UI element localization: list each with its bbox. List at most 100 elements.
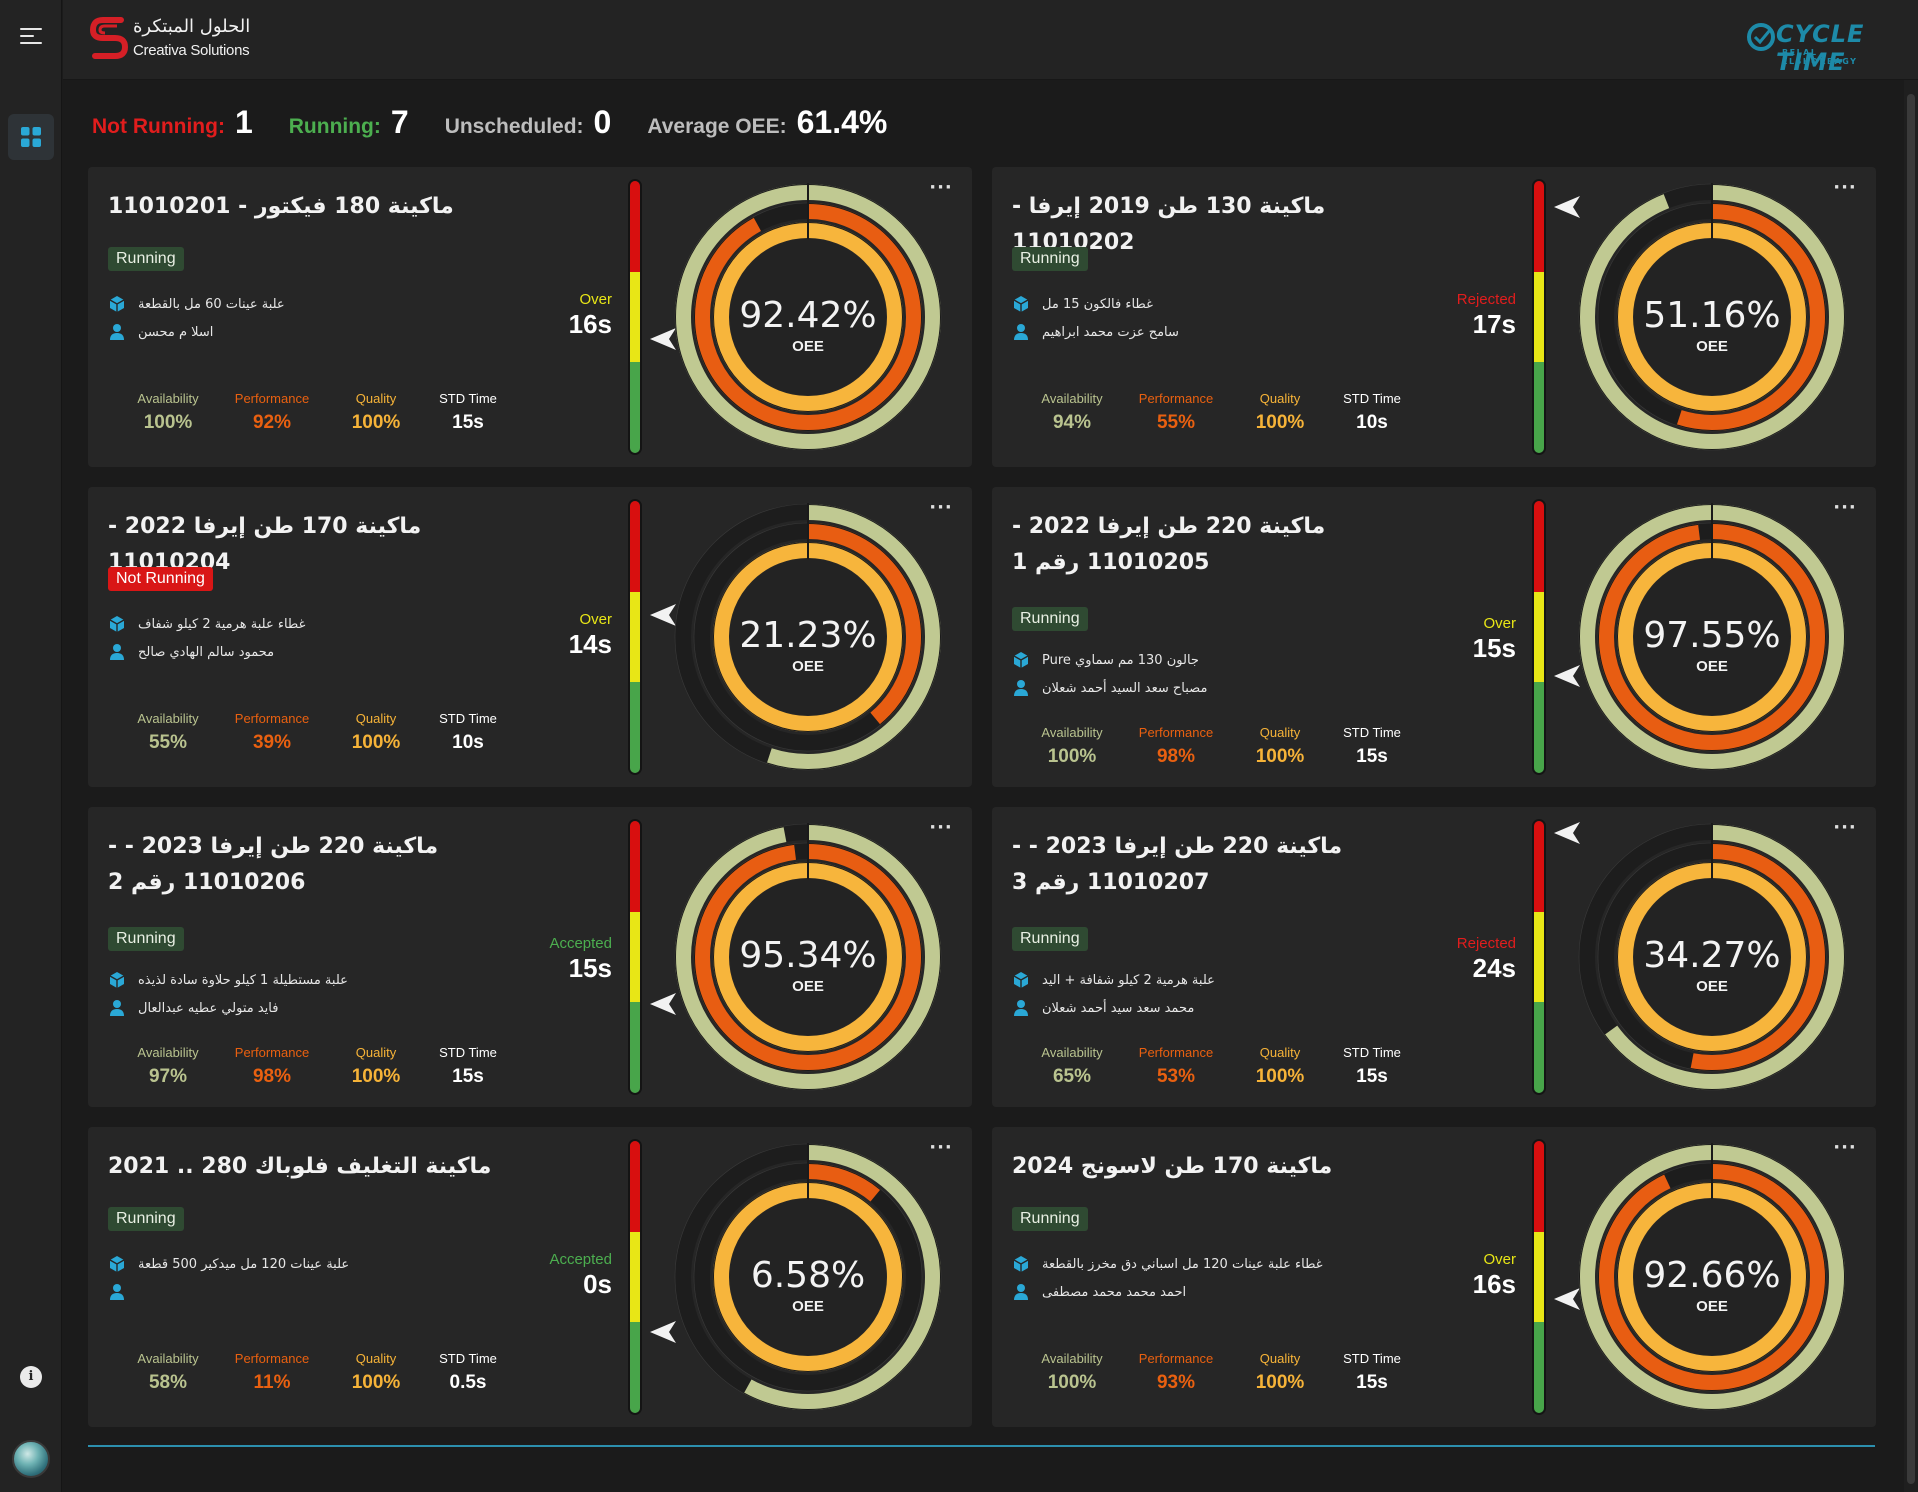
gauge-red-zone xyxy=(630,181,640,272)
std-time-value: 15s xyxy=(1356,1066,1388,1087)
performance-value: 39% xyxy=(252,732,292,753)
unscheduled-label: Unscheduled: xyxy=(444,115,584,138)
availability-value: 55% xyxy=(148,732,188,753)
user-avatar[interactable] xyxy=(12,1440,50,1478)
std-time-label: STD Time xyxy=(1343,1045,1401,1060)
operator-name: مصباح سعد السيد أحمد شعلان xyxy=(1042,680,1208,696)
menu-icon[interactable] xyxy=(16,24,46,48)
cycle-status-label: Accepted xyxy=(549,935,612,952)
quality-label: Quality xyxy=(1259,725,1301,740)
machine-card[interactable]: ماكينة 170 طن إيرفا 2022 - 11010204 Not … xyxy=(88,487,972,787)
product-name: علبة عينات 120 مل ميدكير 500 قطعة xyxy=(138,1256,350,1272)
std-time-metric: STD Time 10s xyxy=(1332,391,1412,434)
cube-icon xyxy=(1013,652,1029,668)
product-name: جالون 130 مم سماوي Pure xyxy=(1042,652,1199,668)
machine-title: ماكينة 220 طن إيرفا 2023 - - 11010206 رق… xyxy=(108,834,439,895)
metrics-row: Availability 100% Performance 92% Qualit… xyxy=(116,391,508,434)
gauge-yellow-zone xyxy=(1534,1231,1544,1323)
cycle-time-value: 16s xyxy=(568,309,612,339)
user-icon xyxy=(110,324,124,340)
availability-metric: Availability 97% xyxy=(116,1045,220,1088)
oee-donut-chart: 21.23% OEE xyxy=(674,503,942,771)
cube-icon xyxy=(1013,1256,1029,1272)
availability-label: Availability xyxy=(1041,1351,1103,1366)
dashboard-nav-button[interactable] xyxy=(8,114,54,160)
performance-metric: Performance 98% xyxy=(1124,725,1228,768)
gauge-yellow-zone xyxy=(630,271,640,363)
oee-donut-chart: 34.27% OEE xyxy=(1578,823,1846,1091)
status-badge: Running xyxy=(1012,607,1088,631)
cycle-status-label: Rejected xyxy=(1456,291,1516,308)
user-icon xyxy=(110,1284,124,1300)
operator-row: محمود سالم الهادي صالح xyxy=(108,641,274,663)
std-time-label: STD Time xyxy=(1343,725,1401,740)
quality-label: Quality xyxy=(355,711,397,726)
product-row: غطاء فالكون 15 مل xyxy=(1012,293,1153,315)
info-icon[interactable]: i xyxy=(20,1366,42,1388)
gauge-red-zone xyxy=(1534,821,1544,912)
performance-label: Performance xyxy=(234,1351,310,1366)
machine-card[interactable]: ماكينة 180 فيكتور - 11010201 Running علب… xyxy=(88,167,972,467)
status-badge: Running xyxy=(108,927,184,951)
oee-donut-chart: 92.42% OEE xyxy=(674,183,942,451)
std-time-value: 15s xyxy=(1356,746,1388,767)
std-time-label: STD Time xyxy=(439,1351,497,1366)
performance-value: 93% xyxy=(1156,1372,1196,1393)
std-time-value: 10s xyxy=(1356,412,1388,433)
operator-row: اسلا م محسن xyxy=(108,321,213,343)
std-time-label: STD Time xyxy=(439,711,497,726)
machine-card[interactable]: ماكينة 220 طن إيرفا 2023 - - 11010206 رق… xyxy=(88,807,972,1107)
quality-value: 100% xyxy=(1255,746,1305,767)
cycle-gauge xyxy=(628,1139,642,1415)
machine-card[interactable]: ماكينة 170 طن لاسونج 2024 Running غطاء ع… xyxy=(992,1127,1876,1427)
quality-metric: Quality 100% xyxy=(324,391,428,434)
machine-card[interactable]: ماكينة 130 طن 2019 إيرفا - 11010202 Runn… xyxy=(992,167,1876,467)
product-name: غطاء علبة هرمية 2 كيلو شفاف xyxy=(138,616,306,632)
quality-value: 100% xyxy=(351,1372,401,1393)
operator-row: احمد محمد محمد مصطفى xyxy=(1012,1281,1186,1303)
quality-value: 100% xyxy=(1255,1372,1305,1393)
status-badge: Running xyxy=(1012,1207,1088,1231)
gauge-red-zone xyxy=(630,1141,640,1232)
availability-metric: Availability 65% xyxy=(1020,1045,1124,1088)
operator-name: فايد متولي عطيه عبدالعال xyxy=(138,1000,279,1016)
std-time-value: 15s xyxy=(452,1066,484,1087)
product-row: غطاء علبة هرمية 2 كيلو شفاف xyxy=(108,613,305,635)
scrollbar-thumb[interactable] xyxy=(1907,94,1915,1484)
quality-label: Quality xyxy=(1259,391,1301,406)
quality-label: Quality xyxy=(355,1045,397,1060)
status-badge: Running xyxy=(1012,247,1088,271)
cycle-gauge xyxy=(628,819,642,1095)
machine-card[interactable]: ماكينة 220 طن إيرفا 2023 - - 11010207 رق… xyxy=(992,807,1876,1107)
gauge-green-zone xyxy=(630,682,640,773)
running-value: 7 xyxy=(390,104,409,140)
quality-label: Quality xyxy=(1259,1045,1301,1060)
machine-card[interactable]: ماكينة 220 طن إيرفا 2022 - 11010205 رقم … xyxy=(992,487,1876,787)
oee-label: OEE xyxy=(792,338,824,355)
page-scrollbar[interactable] xyxy=(1904,80,1918,1492)
product-name: علبة هرمية 2 كيلو شفافة + اليد xyxy=(1042,972,1215,988)
average-oee-value: 61.4% xyxy=(796,104,888,140)
bottom-divider xyxy=(88,1445,1875,1447)
performance-value: 55% xyxy=(1156,412,1196,433)
cycle-status-label: Accepted xyxy=(549,1251,612,1268)
machine-title: ماكينة 180 فيكتور - 11010201 xyxy=(108,194,454,219)
oee-label: OEE xyxy=(1696,338,1728,355)
dashboard-grid-icon xyxy=(21,127,41,147)
user-icon xyxy=(110,644,124,660)
performance-value: 98% xyxy=(252,1066,292,1087)
cycle-gauge xyxy=(628,499,642,775)
quality-metric: Quality 100% xyxy=(324,1045,428,1088)
machine-card[interactable]: ماكينة التغليف فلوباك 280 .. 2021 Runnin… xyxy=(88,1127,972,1427)
gauge-yellow-zone xyxy=(1534,591,1544,683)
oee-value: 34.27% xyxy=(1643,935,1780,976)
std-time-label: STD Time xyxy=(1343,1351,1401,1366)
availability-metric: Availability 58% xyxy=(116,1351,220,1394)
metrics-row: Availability 97% Performance 98% Quality… xyxy=(116,1045,508,1088)
status-badge: Running xyxy=(1012,927,1088,951)
product-row: علبة عينات 120 مل ميدكير 500 قطعة xyxy=(108,1253,349,1275)
availability-value: 100% xyxy=(143,412,193,433)
cycle-time-value: 16s xyxy=(1472,1269,1516,1299)
gauge-red-zone xyxy=(630,501,640,592)
cube-icon xyxy=(109,616,125,632)
